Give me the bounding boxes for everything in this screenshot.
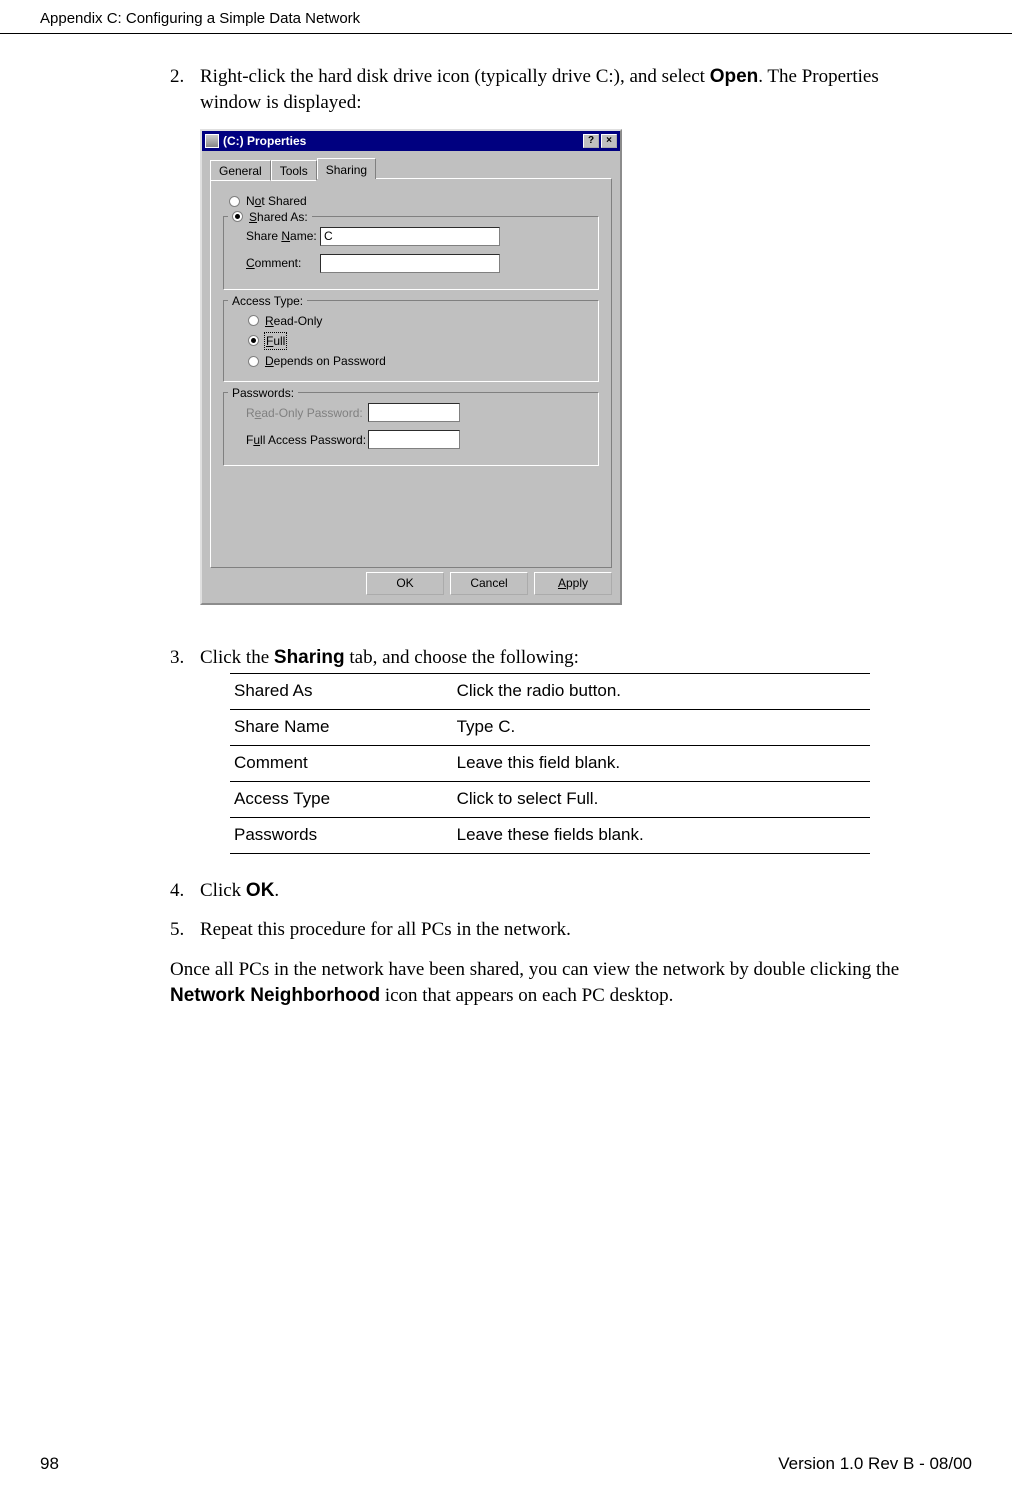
radio-not-shared[interactable]: Not Shared	[229, 193, 599, 209]
radio-label: Not Shared	[246, 193, 307, 209]
tab-tools[interactable]: Tools	[271, 160, 317, 181]
passwords-legend: Passwords:	[228, 385, 298, 401]
full-password-label: Full Access Password:	[232, 432, 368, 448]
step-number: 3.	[170, 645, 200, 863]
step-3: 3. Click the Sharing tab, and choose the…	[170, 645, 922, 863]
apply-button[interactable]: Apply	[534, 572, 612, 595]
full-password-row: Full Access Password:	[232, 430, 590, 449]
radio-full[interactable]: Full	[248, 333, 590, 349]
passwords-group: Passwords: Read-Only Password: Full Acce…	[223, 392, 599, 466]
version-string: Version 1.0 Rev B - 08/00	[778, 1454, 972, 1474]
radio-depends[interactable]: Depends on Password	[248, 353, 590, 369]
share-name-row: Share Name:	[232, 227, 590, 246]
radio-icon	[248, 356, 259, 367]
table-row: Share NameType C.	[230, 710, 870, 745]
titlebar[interactable]: (C:) Properties ? ×	[202, 131, 620, 151]
access-type-group: Access Type: Read-Only Full Depends on P…	[223, 300, 599, 383]
ro-password-label: Read-Only Password:	[232, 405, 368, 421]
radio-label: Shared As:	[249, 209, 308, 225]
drive-icon	[205, 134, 219, 148]
radio-shared-as[interactable]: Shared As:	[228, 209, 312, 225]
help-button[interactable]: ?	[583, 134, 599, 148]
closing-paragraph: Once all PCs in the network have been sh…	[170, 957, 922, 1008]
comment-label: Comment:	[232, 255, 320, 271]
comment-row: Comment:	[232, 254, 590, 273]
cancel-button[interactable]: Cancel	[450, 572, 528, 595]
page-header: Appendix C: Configuring a Simple Data Ne…	[0, 0, 1012, 34]
comment-input[interactable]	[320, 254, 500, 273]
step-text: Click OK.	[200, 878, 922, 904]
step-number: 4.	[170, 878, 200, 904]
radio-label: Read-Only	[265, 313, 322, 329]
tab-strip: General Tools Sharing	[210, 157, 612, 179]
ro-password-row: Read-Only Password:	[232, 403, 590, 422]
step-5: 5. Repeat this procedure for all PCs in …	[170, 917, 922, 943]
ro-password-input	[368, 403, 460, 422]
page-content: 2. Right-click the hard disk drive icon …	[0, 34, 1012, 1008]
full-password-input[interactable]	[368, 430, 460, 449]
tab-general[interactable]: General	[210, 160, 271, 181]
radio-icon	[248, 315, 259, 326]
dialog-body: General Tools Sharing Not Shared Shared …	[202, 151, 620, 603]
header-title: Appendix C: Configuring a Simple Data Ne…	[40, 10, 360, 27]
table-row: PasswordsLeave these fields blank.	[230, 818, 870, 853]
step-4: 4. Click OK.	[170, 878, 922, 904]
dialog-buttons: OK Cancel Apply	[210, 572, 612, 595]
radio-icon	[229, 196, 240, 207]
step-text: Click the Sharing tab, and choose the fo…	[200, 645, 922, 863]
shared-as-group: Shared As: Share Name: Comment:	[223, 216, 599, 290]
page-number: 98	[40, 1454, 59, 1474]
settings-table: Shared AsClick the radio button. Share N…	[230, 673, 870, 854]
share-name-label: Share Name:	[232, 228, 320, 244]
ok-button[interactable]: OK	[366, 572, 444, 595]
share-name-input[interactable]	[320, 227, 500, 246]
tab-panel-sharing: Not Shared Shared As: Share Name: Commen…	[210, 178, 612, 568]
step-number: 5.	[170, 917, 200, 943]
radio-read-only[interactable]: Read-Only	[248, 313, 590, 329]
close-button[interactable]: ×	[601, 134, 617, 148]
tab-sharing[interactable]: Sharing	[317, 158, 376, 179]
access-type-legend: Access Type:	[228, 293, 307, 309]
step-text: Right-click the hard disk drive icon (ty…	[200, 64, 922, 115]
radio-label: Depends on Password	[265, 353, 386, 369]
table-row: Shared AsClick the radio button.	[230, 674, 870, 709]
step-number: 2.	[170, 64, 200, 115]
window-title: (C:) Properties	[223, 133, 306, 149]
table-row: Access TypeClick to select Full.	[230, 782, 870, 817]
radio-icon	[232, 211, 243, 222]
step-text: Repeat this procedure for all PCs in the…	[200, 917, 922, 943]
radio-icon	[248, 335, 259, 346]
properties-dialog: (C:) Properties ? × General Tools Sharin…	[200, 129, 622, 605]
radio-label: Full	[265, 333, 286, 349]
table-row: CommentLeave this field blank.	[230, 746, 870, 781]
step-2: 2. Right-click the hard disk drive icon …	[170, 64, 922, 115]
